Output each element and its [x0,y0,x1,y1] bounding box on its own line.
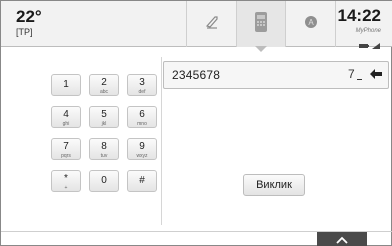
key-hash[interactable]: # [127,170,157,192]
key-5[interactable]: 5 jkl [89,106,119,128]
key-star[interactable]: * + [51,170,81,192]
key-4[interactable]: 4 ghi [51,106,81,128]
key-6[interactable]: 6 mno [127,106,157,128]
key-3[interactable]: 3 def [127,74,157,96]
call-button[interactable]: Виклик [243,174,305,196]
chevron-up-icon [336,231,348,246]
music-note-icon [204,14,220,35]
traffic-program-indicator: [TP] [16,27,33,37]
key-9[interactable]: 9 wxyz [127,138,157,160]
panel-divider [161,57,162,225]
backspace-arrow-icon [370,68,382,82]
status-bar: 22° [TP] A 14:22 MyPhone [1,1,392,49]
dialed-last-digit: 7 [348,67,355,81]
backspace-button[interactable] [366,65,386,85]
active-tab-indicator [255,46,267,52]
phone-screen: 22° [TP] A 14:22 MyPhone 1 2 abc 3 def 4… [0,0,392,246]
clock: 14:22 [337,6,381,25]
dialed-number-field[interactable]: 2345678 7 [163,61,389,89]
key-0[interactable]: 0 [89,170,119,192]
key-2[interactable]: 2 abc [89,74,119,96]
phone-icon [254,11,268,38]
key-8[interactable]: 8 tuv [89,138,119,160]
app-icon: A [304,15,318,34]
tab-phone[interactable] [236,1,286,47]
battery-signal-icon [359,36,381,49]
text-cursor [357,79,362,80]
connected-device-name: MyPhone [355,28,381,34]
tab-music[interactable] [186,1,236,47]
key-7[interactable]: 7 pqrs [51,138,81,160]
expand-button[interactable] [317,232,367,246]
key-1[interactable]: 1 [51,74,81,96]
svg-text:A: A [308,18,314,27]
dialed-number: 2345678 [172,68,221,82]
temperature: 22° [16,7,42,26]
tab-apps[interactable]: A [286,1,336,47]
